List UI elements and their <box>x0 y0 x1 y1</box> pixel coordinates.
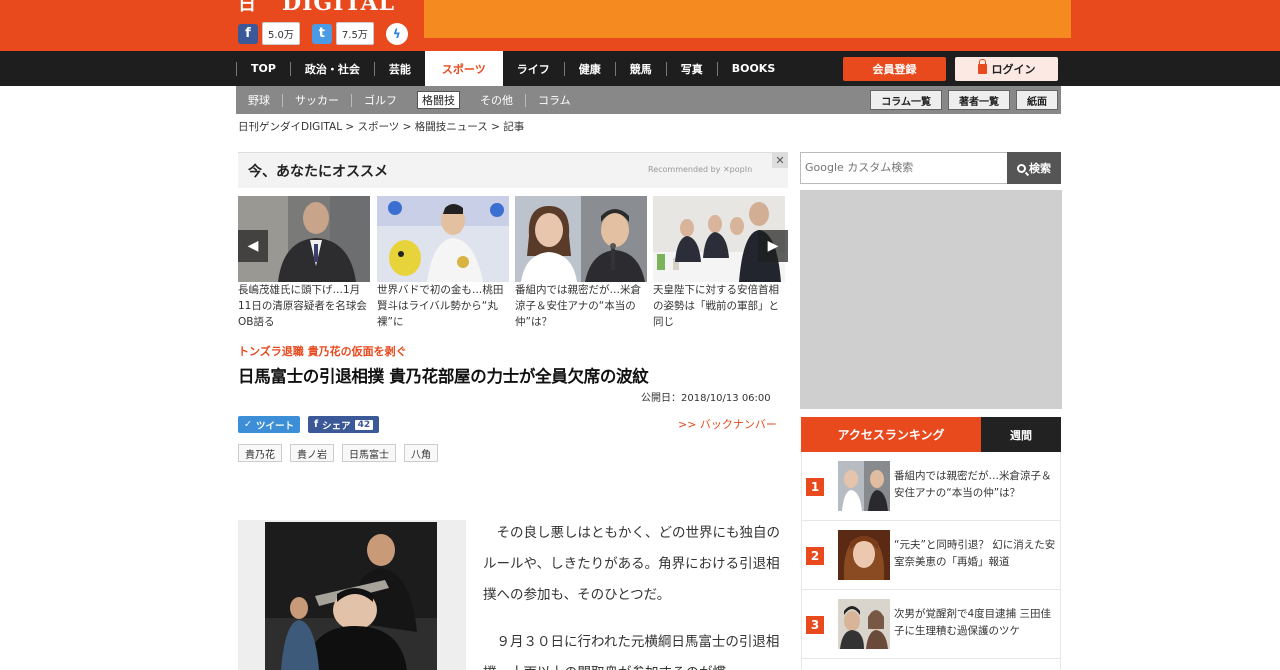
nav-item-entertainment[interactable]: 芸能 <box>373 61 425 76</box>
ranking-text: “元夫”と同時引退？ 幻に消えた安室奈美恵の「再婚」報道 <box>894 539 1056 568</box>
breadcrumb[interactable]: 日刊ゲンダイDIGITAL > スポーツ > 格闘技ニュース > 記事 <box>238 119 524 134</box>
login-button[interactable]: ログイン <box>955 57 1058 81</box>
nav-item-politics[interactable]: 政治・社会 <box>289 61 374 76</box>
article-photo[interactable] <box>265 522 437 670</box>
tag-item[interactable]: 貴乃花 <box>238 444 282 462</box>
nav-item-sports[interactable]: スポーツ <box>424 51 503 86</box>
share-bar: ✓ ツイート f シェア 42 <box>238 416 380 433</box>
author-list-button[interactable]: 著者一覧 <box>948 90 1010 110</box>
ranking-thumbnail <box>838 461 890 511</box>
subnav-item-column[interactable]: コラム <box>525 93 583 107</box>
facebook-count: 5.0万 <box>262 22 300 45</box>
recommend-card-text: 番組内では親密だが…米倉涼子＆安住アナの“本当の仲”は？ <box>515 284 641 328</box>
article-photo-frame <box>238 520 466 670</box>
ranking-thumbnail <box>838 599 890 649</box>
ranking-thumbnail <box>838 530 890 580</box>
recommend-thumbnail <box>377 196 509 282</box>
search-icon <box>1017 163 1026 173</box>
ranking-text: 番組内では親密だが…米倉涼子＆安住アナの“本当の仲”は？ <box>894 470 1052 499</box>
tag-item[interactable]: 貴ノ岩 <box>290 444 334 462</box>
subnav-item-fighting[interactable]: 格闘技 <box>417 91 460 109</box>
twitter-bird-icon: ✓ <box>244 419 252 430</box>
header-ad-banner[interactable] <box>424 0 1071 38</box>
close-icon[interactable]: ✕ <box>772 153 788 168</box>
carousel-next-icon[interactable]: ▶ <box>758 230 788 262</box>
nav-item-health[interactable]: 健康 <box>563 61 615 76</box>
share-count: 42 <box>354 419 374 430</box>
tab-access-ranking[interactable]: アクセスランキング <box>801 417 981 452</box>
twitter-icon[interactable]: t <box>311 23 332 44</box>
subnav-item-other[interactable]: その他 <box>468 94 525 107</box>
subnav-item-soccer[interactable]: サッカー <box>282 93 351 107</box>
search-box <box>800 152 1008 184</box>
register-button[interactable]: 会員登録 <box>843 57 946 81</box>
article-paragraph: その良し悪しはともかく、どの世界にも独自のルールや、しきたりがある。角界における… <box>483 525 780 603</box>
article-headline: 日馬富士の引退相撲 貴乃花部屋の力士が全員欠席の波紋 <box>238 367 649 386</box>
publish-date: 公開日：2018/10/13 06:00 <box>641 393 771 404</box>
login-label: ログイン <box>991 63 1036 76</box>
social-bar: f 5.0万 t 7.5万 ϟ <box>238 22 408 45</box>
nav-item-books[interactable]: BOOKS <box>716 61 790 76</box>
recommend-credit[interactable]: Recommended by ✕popIn <box>648 165 752 174</box>
twitter-count: 7.5万 <box>335 22 374 45</box>
rank-number: 3 <box>806 616 824 634</box>
article-paragraph: ９月３０日に行われた元横綱日馬富士の引退相撲。十両以上の関取衆が参加するのが慣 <box>483 634 780 670</box>
logo-mark: 日 <box>238 0 257 15</box>
rank-number: 1 <box>806 478 824 496</box>
search-button[interactable]: 検索 <box>1007 152 1061 184</box>
column-list-button[interactable]: コラム一覧 <box>870 90 942 110</box>
facebook-icon[interactable]: f <box>238 23 258 44</box>
sub-nav: 野球 サッカー ゴルフ 格闘技 その他 コラム コラム一覧 著者一覧 紙面 <box>236 86 1061 114</box>
recommend-card[interactable]: 長嶋茂雄氏に頭下げ…1月11日の清原容疑者を名球会OB語る <box>238 196 370 330</box>
search-button-label: 検索 <box>1029 162 1051 175</box>
nav-item-life[interactable]: ライフ <box>503 62 564 76</box>
recommend-card-text: 世界バドで初の金も…桃田賢斗はライバル勢から“丸裸”に <box>377 284 504 328</box>
recommend-card[interactable]: 世界バドで初の金も…桃田賢斗はライバル勢から“丸裸”に <box>377 196 509 330</box>
search-input[interactable] <box>805 161 1005 174</box>
recommend-header: 今、あなたにオススメ Recommended by ✕popIn ✕ <box>238 152 788 188</box>
article-body: その良し悪しはともかく、どの世界にも独自のルールや、しきたりがある。角界における… <box>483 518 783 670</box>
recommend-card[interactable]: 番組内では親密だが…米倉涼子＆安住アナの“本当の仲”は？ <box>515 196 647 330</box>
subnav-item-baseball[interactable]: 野球 <box>236 94 282 107</box>
facebook-share-button[interactable]: f シェア 42 <box>307 416 380 433</box>
paper-button[interactable]: 紙面 <box>1016 90 1058 110</box>
nav-item-photo[interactable]: 写真 <box>665 61 717 76</box>
messenger-icon[interactable]: ϟ <box>385 22 408 45</box>
tag-item[interactable]: 日馬富士 <box>342 444 396 462</box>
ranking-text: 次男が覚醒剤で4度目逮捕 三田佳子に生理積む過保護のツケ <box>894 608 1052 637</box>
tag-item[interactable]: 八角 <box>404 444 438 462</box>
tab-weekly[interactable]: 週間 <box>981 417 1061 452</box>
recommend-card[interactable]: 天皇陛下に対する安倍首相の姿勢は「戦前の軍部」と同じ <box>653 196 785 330</box>
ranking-tabs: アクセスランキング 週間 <box>801 417 1061 452</box>
lock-icon <box>977 59 987 74</box>
facebook-icon: f <box>313 419 319 430</box>
site-header: 日 DIGITAL f 5.0万 t 7.5万 ϟ <box>0 0 1280 51</box>
tag-list: 貴乃花 貴ノ岩 日馬富士 八角 <box>238 444 438 462</box>
nav-item-keiba[interactable]: 競馬 <box>614 61 666 76</box>
recommend-carousel: 長嶋茂雄氏に頭下げ…1月11日の清原容疑者を名球会OB語る 世界バドで初の金も…… <box>238 196 788 330</box>
share-label: シェア <box>322 420 351 432</box>
article-kicker[interactable]: トンズラ退職 貴乃花の仮面を剥ぐ <box>238 343 407 359</box>
ranking-item[interactable]: 2 “元夫”と同時引退？ 幻に消えた安室奈美恵の「再婚」報道 <box>802 521 1060 590</box>
carousel-prev-icon[interactable]: ◀ <box>238 230 268 262</box>
tweet-label: ツイート <box>255 420 294 432</box>
ranking-item[interactable]: 3 次男が覚醒剤で4度目逮捕 三田佳子に生理積む過保護のツケ <box>802 590 1060 659</box>
recommend-card-text: 天皇陛下に対する安倍首相の姿勢は「戦前の軍部」と同じ <box>653 284 779 328</box>
nav-item-top[interactable]: TOP <box>236 61 290 76</box>
ranking-list: 1 番組内では親密だが…米倉涼子＆安住アナの“本当の仲”は？ 2 “元夫”と同時… <box>801 452 1061 670</box>
back-number-link[interactable]: >> バックナンバー <box>678 416 777 432</box>
recommend-title: 今、あなたにオススメ <box>248 164 388 180</box>
logo-text: DIGITAL <box>282 0 396 16</box>
subnav-item-golf[interactable]: ゴルフ <box>351 93 409 107</box>
recommend-card-text: 長嶋茂雄氏に頭下げ…1月11日の清原容疑者を名球会OB語る <box>238 284 367 328</box>
recommend-thumbnail <box>515 196 647 282</box>
tweet-button[interactable]: ✓ ツイート <box>238 416 300 433</box>
sidebar-ad[interactable] <box>800 190 1062 409</box>
rank-number: 2 <box>806 547 824 565</box>
ranking-item[interactable]: 1 番組内では親密だが…米倉涼子＆安住アナの“本当の仲”は？ <box>802 452 1060 521</box>
main-nav: TOP 政治・社会 芸能 スポーツ ライフ 健康 競馬 写真 BOOKS <box>0 51 1280 86</box>
